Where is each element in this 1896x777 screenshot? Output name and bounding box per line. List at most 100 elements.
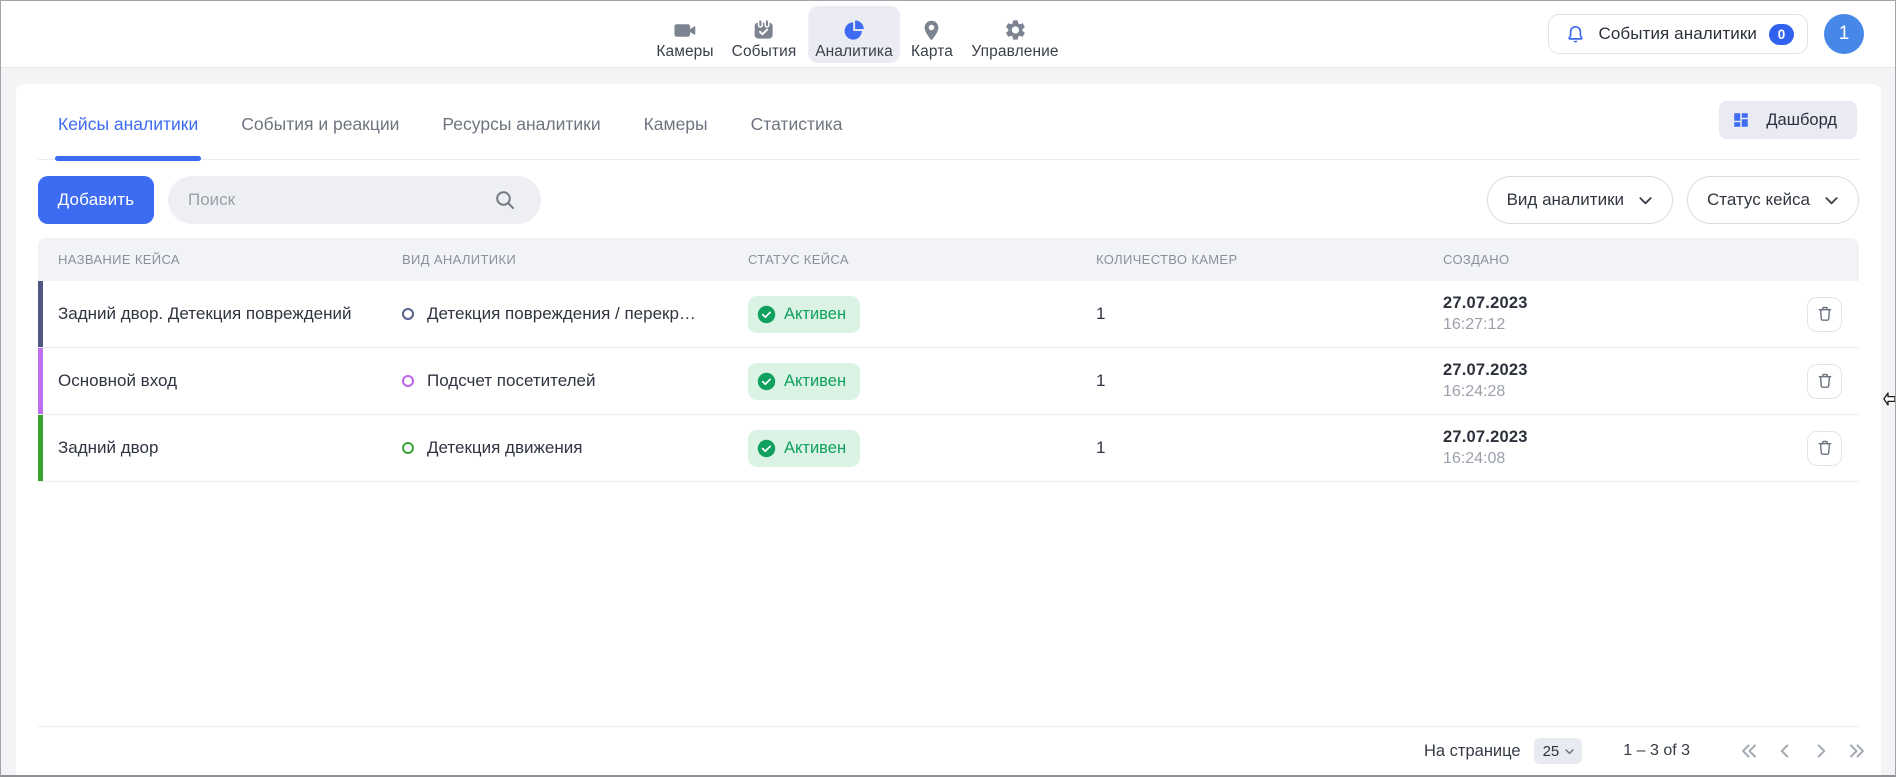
filter-case-status-label: Статус кейса	[1707, 190, 1810, 210]
pagination-range: 1 – 3 of 3	[1623, 742, 1690, 760]
row-accent-bar	[38, 281, 43, 347]
per-page-value: 25	[1543, 743, 1560, 760]
event-calendar-icon	[752, 18, 776, 42]
bell-icon	[1565, 24, 1586, 45]
tab-analytics-cases[interactable]: Кейсы аналитики	[57, 110, 199, 159]
search-icon	[493, 188, 517, 212]
column-header-cameras-count: КОЛИЧЕСТВО КАМЕР	[1095, 252, 1443, 267]
chevron-down-icon	[1822, 191, 1841, 210]
chevron-down-icon	[1636, 191, 1655, 210]
cameras-count: 1	[1095, 371, 1443, 391]
double-chevron-left-icon	[1738, 740, 1760, 762]
per-page-select[interactable]: 25	[1534, 738, 1583, 764]
column-header-created: СОЗДАНО	[1443, 252, 1789, 267]
cameras-count: 1	[1095, 438, 1443, 458]
case-name: Задний двор. Детекция повреждений	[38, 304, 402, 324]
add-button[interactable]: Добавить	[38, 176, 154, 224]
created-time: 16:27:12	[1443, 316, 1789, 334]
created-time: 16:24:08	[1443, 450, 1789, 468]
status-badge-label: Активен	[784, 305, 846, 324]
last-page-button[interactable]	[1846, 740, 1868, 762]
created-time: 16:24:28	[1443, 383, 1789, 401]
mouse-cursor-artifact	[1883, 392, 1895, 411]
delete-case-button[interactable]	[1807, 364, 1842, 399]
tabs: Кейсы аналитики События и реакции Ресурс…	[38, 110, 1859, 160]
gear-icon	[1003, 18, 1027, 42]
user-avatar[interactable]: 1	[1824, 14, 1864, 54]
nav-item-management[interactable]: Управление	[964, 6, 1065, 63]
trash-icon	[1815, 304, 1835, 324]
pie-chart-icon	[843, 18, 866, 42]
next-page-button[interactable]	[1810, 740, 1832, 762]
column-header-case-status: СТАТУС КЕЙСА	[748, 252, 1095, 267]
dashboard-grid-icon	[1732, 111, 1750, 129]
table-row[interactable]: Задний двор Детекция движения Активен 1 …	[38, 415, 1859, 482]
status-badge: Активен	[748, 296, 860, 333]
prev-page-button[interactable]	[1774, 740, 1796, 762]
row-accent-bar	[38, 415, 43, 481]
filters: Вид аналитики Статус кейса	[1487, 176, 1859, 224]
tabs-row: Кейсы аналитики События и реакции Ресурс…	[38, 84, 1859, 160]
search-box	[168, 176, 541, 224]
filter-analytics-type[interactable]: Вид аналитики	[1487, 176, 1673, 224]
created-date: 27.07.2023	[1443, 294, 1789, 313]
tab-statistics[interactable]: Статистика	[750, 110, 844, 159]
dashboard-button[interactable]: Дашборд	[1719, 101, 1857, 139]
check-circle-icon	[757, 439, 776, 458]
analytics-events-button[interactable]: События аналитики 0	[1548, 14, 1808, 54]
video-camera-icon	[672, 18, 697, 42]
chevron-down-icon	[1563, 745, 1576, 758]
tab-events-reactions[interactable]: События и реакции	[240, 110, 400, 159]
cameras-count: 1	[1095, 304, 1443, 324]
created-cell: 27.07.2023 16:27:12	[1443, 294, 1789, 334]
filter-analytics-type-label: Вид аналитики	[1507, 190, 1624, 210]
nav-item-label: Аналитика	[815, 43, 893, 61]
analytics-type-label: Детекция повреждения / перекр…	[427, 304, 696, 324]
page-body: Кейсы аналитики События и реакции Ресурс…	[1, 68, 1895, 775]
nav-item-label: Камеры	[656, 43, 713, 61]
delete-case-button[interactable]	[1807, 297, 1842, 332]
toolbar: Добавить Вид аналитики Статус	[38, 176, 1859, 224]
analytics-type-ring-icon	[402, 375, 414, 387]
case-name: Основной вход	[38, 371, 402, 391]
status-badge-label: Активен	[784, 439, 846, 458]
trash-icon	[1815, 371, 1835, 391]
topbar-right: События аналитики 0 1	[1548, 1, 1864, 67]
nav-item-label: События	[732, 43, 797, 61]
nav-item-map[interactable]: Карта	[904, 6, 960, 63]
analytics-type-ring-icon	[402, 308, 414, 320]
table-row[interactable]: Задний двор. Детекция повреждений Детекц…	[38, 281, 1859, 348]
nav-item-cameras[interactable]: Камеры	[649, 6, 720, 63]
pagination-bar: На странице 25 1 – 3 of 3	[38, 726, 1859, 775]
map-pin-icon	[920, 18, 943, 42]
status-badge-label: Активен	[784, 372, 846, 391]
cases-table: НАЗВАНИЕ КЕЙСА ВИД АНАЛИТИКИ СТАТУС КЕЙС…	[38, 238, 1859, 482]
filter-case-status[interactable]: Статус кейса	[1687, 176, 1859, 224]
nav-item-label: Управление	[971, 43, 1058, 61]
nav-item-label: Карта	[911, 43, 953, 61]
tab-cameras[interactable]: Камеры	[643, 110, 709, 159]
nav-item-events[interactable]: События	[725, 6, 804, 63]
first-page-button[interactable]	[1738, 740, 1760, 762]
table-row[interactable]: Основной вход Подсчет посетителей Активе…	[38, 348, 1859, 415]
created-date: 27.07.2023	[1443, 428, 1789, 447]
per-page-label: На странице	[1424, 742, 1521, 761]
analytics-card: Кейсы аналитики События и реакции Ресурс…	[16, 84, 1881, 775]
column-header-analytics-type: ВИД АНАЛИТИКИ	[402, 252, 748, 267]
created-date: 27.07.2023	[1443, 361, 1789, 380]
pager-controls	[1738, 740, 1868, 762]
top-navigation-bar: Камеры События Аналитика Карта	[1, 1, 1895, 68]
status-badge: Активен	[748, 430, 860, 467]
chevron-right-icon	[1810, 740, 1832, 762]
events-button-label: События аналитики	[1598, 24, 1757, 44]
chevron-left-icon	[1774, 740, 1796, 762]
check-circle-icon	[757, 305, 776, 324]
tab-analytics-resources[interactable]: Ресурсы аналитики	[441, 110, 601, 159]
nav-item-analytics[interactable]: Аналитика	[808, 6, 900, 63]
delete-case-button[interactable]	[1807, 431, 1842, 466]
check-circle-icon	[757, 372, 776, 391]
search-input[interactable]	[188, 190, 493, 210]
status-badge: Активен	[748, 363, 860, 400]
table-header: НАЗВАНИЕ КЕЙСА ВИД АНАЛИТИКИ СТАТУС КЕЙС…	[38, 238, 1859, 281]
analytics-type-label: Подсчет посетителей	[427, 371, 595, 391]
